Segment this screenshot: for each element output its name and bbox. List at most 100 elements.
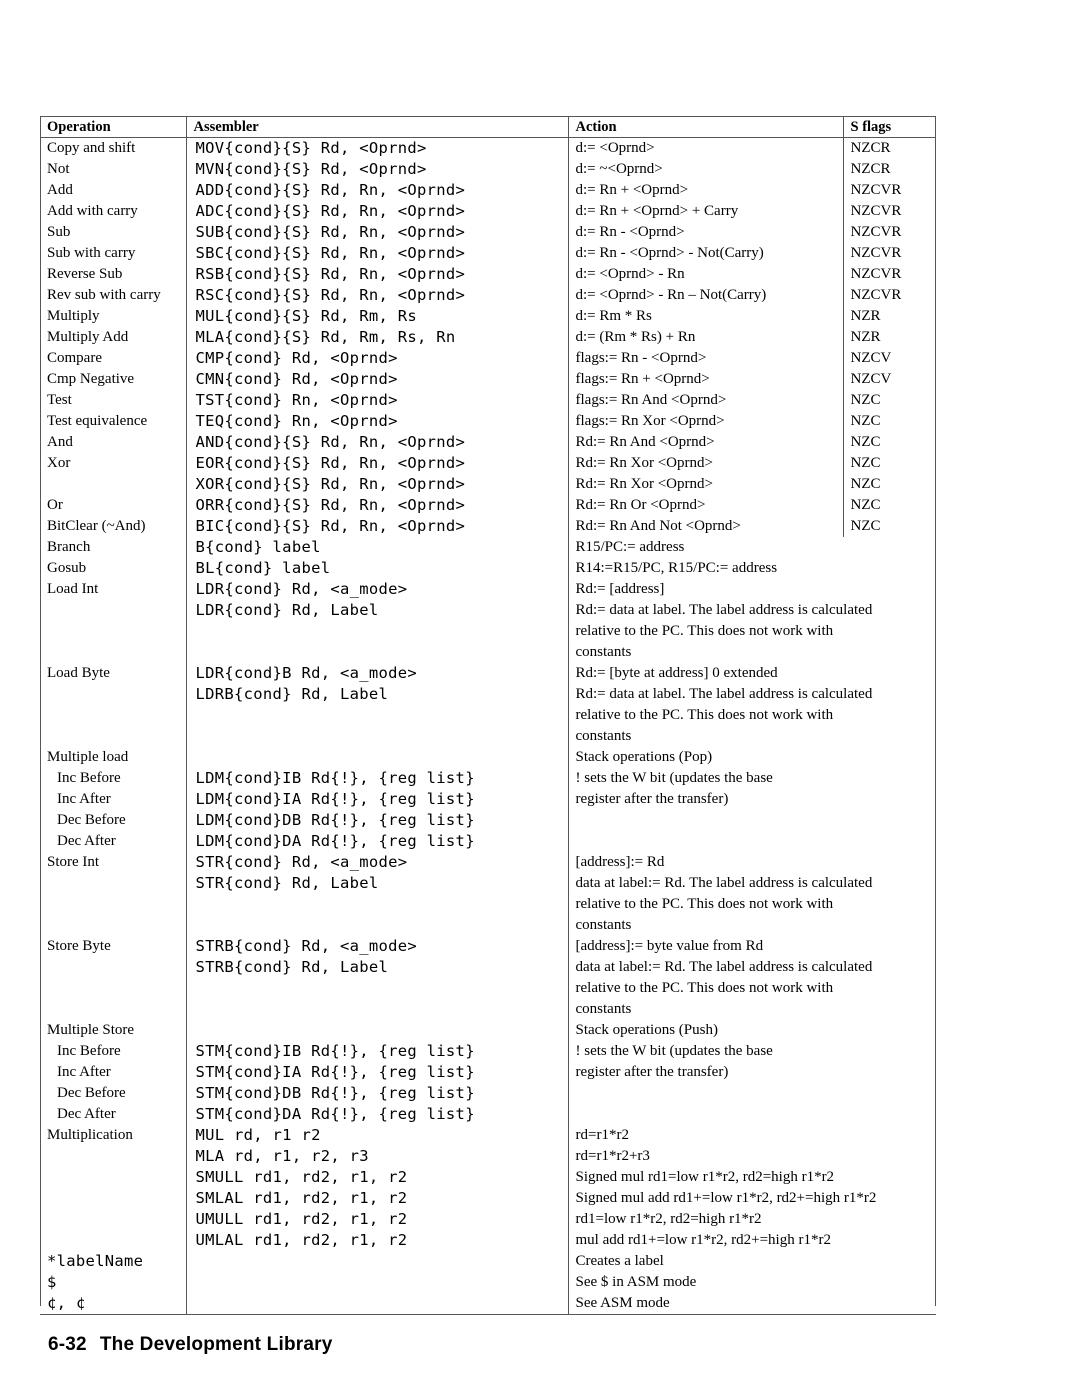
table-row: Sub with carry SBC{cond}{S} Rd, Rn, <Oprn… bbox=[40, 243, 936, 264]
cell-assembler: SMULL rd1, rd2, r1, r2 bbox=[185, 1167, 568, 1188]
cell-sflags bbox=[843, 663, 936, 684]
cell-sflags bbox=[843, 747, 936, 768]
cell-action: Rd:= Rn Or <Oprnd> bbox=[567, 495, 843, 516]
cell-assembler bbox=[185, 705, 568, 726]
cell-operation bbox=[40, 642, 186, 663]
table-row: Cmp Negative CMN{cond} Rd, <Oprnd> flags:=… bbox=[40, 369, 936, 390]
cell-action: mul add rd1+=low r1*r2, rd2+=high r1*r2 bbox=[567, 1230, 843, 1251]
cell-assembler bbox=[185, 642, 568, 663]
cell-sflags: NZC bbox=[842, 453, 936, 474]
cell-operation bbox=[40, 474, 186, 495]
cell-action: constants bbox=[567, 915, 843, 936]
cell-assembler bbox=[185, 1272, 568, 1293]
cell-sflags: NZC bbox=[842, 516, 936, 537]
cell-assembler bbox=[185, 726, 568, 747]
cell-assembler: ADD{cond}{S} Rd, Rn, <Oprnd> bbox=[185, 180, 568, 201]
cell-action: flags:= Rn + <Oprnd> bbox=[567, 369, 843, 390]
table-row: Inc Before LDM{cond}IB Rd{!}, {reg list}!… bbox=[40, 768, 936, 789]
cell-action: See $ in ASM mode bbox=[567, 1272, 843, 1293]
cell-sflags bbox=[843, 978, 936, 999]
cell-assembler: LDM{cond}IA Rd{!}, {reg list} bbox=[185, 789, 568, 810]
cell-operation: Load Int bbox=[47, 581, 99, 597]
table-body: Copy and shift MOV{cond}{S} Rd, <Oprnd> d:… bbox=[40, 137, 936, 1315]
cell-action: See ASM mode bbox=[567, 1293, 843, 1315]
cell-sflags bbox=[843, 1083, 936, 1104]
cell-sflags bbox=[843, 1146, 936, 1167]
table-row: Dec Before STM{cond}DB Rd{!}, {reg list} bbox=[40, 1083, 936, 1104]
table-row: Inc After LDM{cond}IA Rd{!}, {reg list} re… bbox=[40, 789, 936, 810]
table-row: constants bbox=[40, 999, 936, 1020]
cell-action: Stack operations (Push) bbox=[567, 1020, 843, 1041]
cell-action: flags:= Rn - <Oprnd> bbox=[567, 348, 843, 369]
cell-assembler: LDRB{cond} Rd, Label bbox=[185, 684, 568, 705]
table-row: And AND{cond}{S} Rd, Rn, <Oprnd> Rd:= Rn A… bbox=[40, 432, 936, 453]
footer-title: The Development Library bbox=[99, 1334, 333, 1355]
table-row: Dec Before LDM{cond}DB Rd{!}, {reg list} bbox=[40, 810, 936, 831]
cell-action: Rd:= data at label. The label address is… bbox=[567, 600, 872, 621]
cell-sflags bbox=[843, 642, 936, 663]
cell-operation: Reverse Sub bbox=[47, 266, 123, 282]
cell-assembler: XOR{cond}{S} Rd, Rn, <Oprnd> bbox=[185, 474, 568, 495]
cell-assembler: MVN{cond}{S} Rd, <Oprnd> bbox=[185, 159, 568, 180]
cell-action bbox=[567, 831, 843, 852]
cell-assembler bbox=[185, 915, 568, 936]
cell-assembler: BIC{cond}{S} Rd, Rn, <Oprnd> bbox=[185, 516, 568, 537]
cell-operation bbox=[40, 1209, 186, 1230]
cell-sflags bbox=[843, 936, 936, 957]
cell-sflags: NZCVR bbox=[842, 264, 936, 285]
cell-sflags: NZCVR bbox=[842, 243, 936, 264]
cell-operation: Dec After bbox=[57, 1106, 116, 1122]
cell-action: ! sets the W bit (updates the base bbox=[567, 1041, 843, 1062]
cell-assembler: STRB{cond} Rd, Label bbox=[185, 957, 568, 978]
table-row: relative to the PC. This does not work w… bbox=[40, 894, 936, 915]
cell-assembler: MLA rd, r1, r2, r3 bbox=[185, 1146, 568, 1167]
cell-operation: ¢, ¢ bbox=[40, 1293, 186, 1315]
cell-action: Rd:= Rn And <Oprnd> bbox=[567, 432, 843, 453]
table-row: Rev sub with carry RSC{cond}{S} Rd, Rn, <… bbox=[40, 285, 936, 306]
cell-action: d:= Rn - <Oprnd> bbox=[567, 222, 843, 243]
table-row: Xor EOR{cond}{S} Rd, Rn, <Oprnd> Rd:= Rn X… bbox=[40, 453, 936, 474]
column-header-operation: Operation bbox=[40, 116, 186, 138]
cell-assembler bbox=[185, 747, 568, 768]
cell-assembler: ORR{cond}{S} Rd, Rn, <Oprnd> bbox=[185, 495, 568, 516]
table-row: XOR{cond}{S} Rd, Rn, <Oprnd> Rd:= Rn Xor … bbox=[40, 474, 936, 495]
cell-sflags: NZC bbox=[842, 432, 936, 453]
cell-assembler: TST{cond} Rn, <Oprnd> bbox=[185, 390, 568, 411]
cell-action: relative to the PC. This does not work w… bbox=[567, 705, 843, 726]
table-row: STRB{cond} Rd, Label data at label:= Rd. … bbox=[40, 957, 936, 978]
cell-action: d:= <Oprnd> bbox=[567, 137, 843, 159]
cell-operation bbox=[40, 1188, 186, 1209]
cell-action: d:= <Oprnd> - Rn bbox=[567, 264, 843, 285]
cell-action: d:= Rm * Rs bbox=[567, 306, 843, 327]
cell-assembler bbox=[185, 1293, 568, 1315]
cell-action: [address]:= Rd bbox=[567, 852, 843, 873]
cell-operation: Multiple Store bbox=[47, 1022, 135, 1038]
cell-sflags bbox=[843, 768, 936, 789]
cell-sflags bbox=[843, 1209, 936, 1230]
cell-operation: Test equivalence bbox=[47, 413, 148, 429]
cell-action: Signed mul add rd1+=low r1*r2, rd2+=high… bbox=[567, 1188, 876, 1209]
table-row: Load Int LDR{cond} Rd, <a_mode> Rd:= [addr… bbox=[40, 579, 936, 600]
cell-action: Rd:= Rn Xor <Oprnd> bbox=[567, 474, 843, 495]
cell-sflags: NZCR bbox=[842, 159, 936, 180]
cell-assembler: B{cond} label bbox=[185, 537, 568, 558]
table-row: BitClear (~And) BIC{cond}{S} Rd, Rn, <Opr… bbox=[40, 516, 936, 537]
table-row: constants bbox=[40, 726, 936, 747]
cell-operation: BitClear (~And) bbox=[47, 518, 146, 534]
cell-action: constants bbox=[567, 999, 843, 1020]
table-row: Inc After STM{cond}IA Rd{!}, {reg list} re… bbox=[40, 1062, 936, 1083]
cell-operation: Multiply bbox=[47, 308, 100, 324]
cell-assembler: LDR{cond} Rd, Label bbox=[185, 600, 568, 621]
cell-assembler: LDM{cond}DB Rd{!}, {reg list} bbox=[185, 810, 568, 831]
table-row: Test TST{cond} Rn, <Oprnd> flags:= Rn And … bbox=[40, 390, 936, 411]
cell-action: d:= Rn + <Oprnd> bbox=[567, 180, 843, 201]
cell-sflags: NZC bbox=[842, 474, 936, 495]
arm-instruction-reference-table: Operation Assembler Action S flags Copy … bbox=[40, 116, 936, 1315]
cell-sflags bbox=[843, 1293, 936, 1315]
cell-sflags: NZCVR bbox=[842, 201, 936, 222]
table-row: SMLAL rd1, rd2, r1, r2 Signed mul add rd1… bbox=[40, 1188, 936, 1209]
cell-operation: Branch bbox=[47, 539, 91, 555]
cell-assembler: AND{cond}{S} Rd, Rn, <Oprnd> bbox=[185, 432, 568, 453]
table-row: Multiply Add MLA{cond}{S} Rd, Rm, Rs, Rn d… bbox=[40, 327, 936, 348]
cell-assembler: UMULL rd1, rd2, r1, r2 bbox=[185, 1209, 568, 1230]
